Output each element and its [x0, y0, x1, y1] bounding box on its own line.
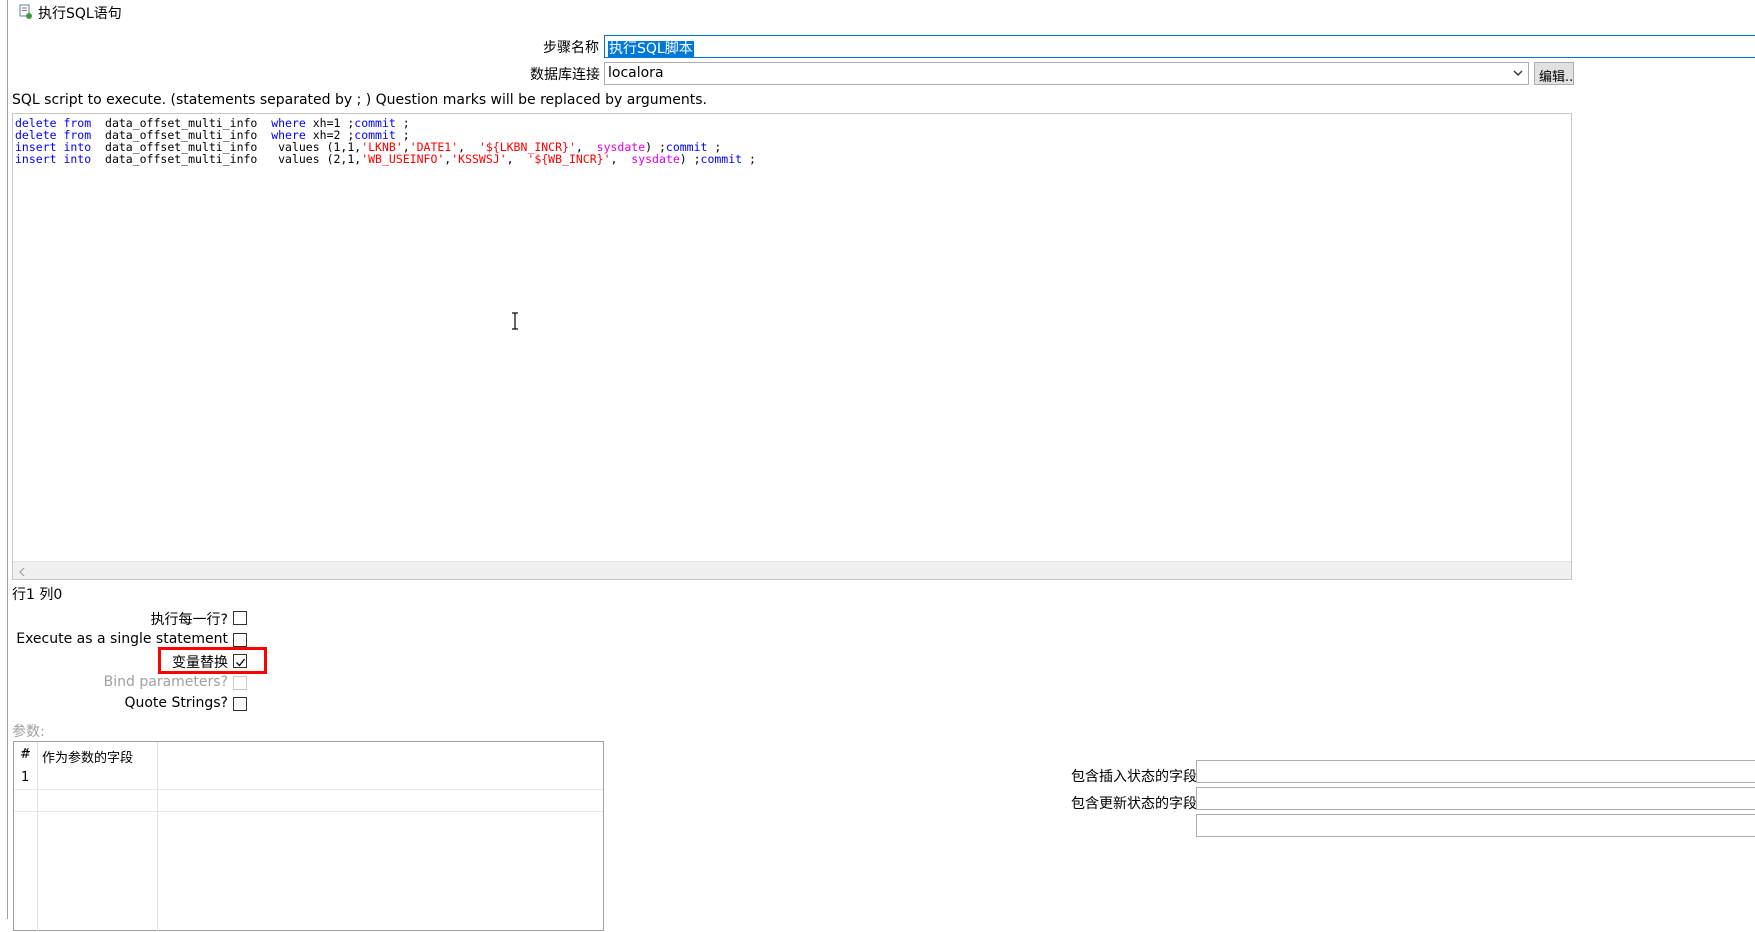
table-header: # 作为参数的字段: [14, 742, 603, 767]
sql-editor[interactable]: delete from data_offset_multi_info where…: [12, 113, 1572, 580]
each-row-label: 执行每一行?: [150, 612, 228, 628]
window-title: 执行SQL语句: [38, 6, 122, 22]
sql-token: ,: [610, 152, 632, 166]
ibeam-cursor-icon: [511, 312, 519, 330]
single-statement-checkbox[interactable]: [233, 633, 247, 647]
sql-token: sysdate: [631, 152, 680, 166]
each-row-checkbox[interactable]: [233, 611, 247, 625]
sql-token: 'KSSWSJ': [451, 152, 507, 166]
step-name-label: 步骤名称: [543, 40, 599, 56]
edit-connection-label: 编辑...: [1539, 70, 1574, 85]
next-status-field[interactable]: [1196, 814, 1755, 837]
quote-strings-checkbox[interactable]: [233, 697, 247, 711]
update-status-label: 包含更新状态的字段: [1071, 796, 1197, 812]
left-border: [7, 0, 8, 919]
script-hint: SQL script to execute. (statements separ…: [12, 92, 707, 108]
bind-parameters-label: Bind parameters?: [103, 674, 228, 690]
sql-script-icon: [19, 4, 33, 20]
params-table[interactable]: # 作为参数的字段 1: [13, 741, 604, 932]
highlight-box: [158, 647, 267, 674]
sql-token: ) ;: [679, 152, 701, 166]
sql-token: data_offset_multi_info values (2,1,: [91, 152, 362, 166]
cursor-position: 行1 列0: [12, 587, 63, 603]
row-index: 1: [21, 770, 30, 785]
step-name-value: 执行SQL脚本: [608, 41, 694, 57]
title-bar: 执行SQL语句: [0, 0, 1755, 24]
column-header-index[interactable]: #: [20, 747, 31, 762]
scroll-left-icon[interactable]: [17, 565, 27, 577]
edit-connection-button[interactable]: 编辑...: [1534, 62, 1574, 85]
insert-status-label: 包含插入状态的字段: [1071, 769, 1197, 785]
sql-token: insert into: [15, 152, 92, 166]
update-status-field[interactable]: [1196, 787, 1755, 810]
step-name-field[interactable]: 执行SQL脚本: [604, 35, 1755, 58]
sql-token: commit: [700, 152, 743, 166]
chevron-down-icon[interactable]: [1512, 67, 1524, 79]
db-connection-value: localora: [608, 65, 664, 81]
sql-code: delete from data_offset_multi_info where…: [15, 117, 756, 165]
params-label: 参数:: [12, 724, 45, 740]
table-row[interactable]: 1: [14, 767, 603, 790]
sql-token: 'WB_USEINFO': [361, 152, 445, 166]
sql-token: ;: [742, 152, 756, 166]
column-header-field[interactable]: 作为参数的字段: [42, 747, 133, 766]
sql-token: '${WB_INCR}': [527, 152, 611, 166]
single-statement-label: Execute as a single statement: [16, 631, 228, 647]
db-connection-label: 数据库连接: [530, 67, 600, 83]
sql-line: insert into data_offset_multi_info value…: [15, 153, 756, 165]
bind-parameters-checkbox: [233, 676, 247, 690]
quote-strings-label: Quote Strings?: [124, 695, 228, 711]
table-row[interactable]: [14, 789, 603, 812]
db-connection-select[interactable]: localora: [604, 62, 1529, 85]
horizontal-scrollbar[interactable]: [13, 561, 1571, 579]
sql-token: ,: [506, 152, 528, 166]
insert-status-field[interactable]: [1196, 760, 1755, 783]
